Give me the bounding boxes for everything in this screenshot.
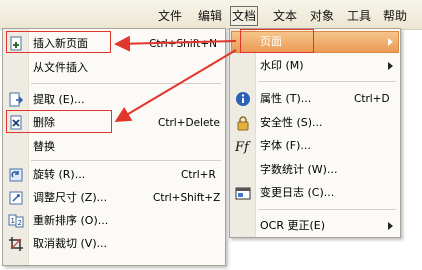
menu-item-ocr-correct[interactable]: OCR 更正(E) [230, 216, 400, 236]
svg-text:1: 1 [11, 217, 15, 225]
menu-item-shortcut: Ctrl+Shift+N [149, 38, 217, 50]
menu-item-label: 水印 (M) [260, 59, 304, 72]
menu-edit[interactable]: 编辑 [198, 8, 222, 24]
menu-item-security[interactable]: 安全性 (S)... [230, 113, 400, 133]
rotate-page-icon [8, 167, 24, 183]
info-icon [235, 91, 251, 107]
pages-submenu: 插入新页面 Ctrl+Shift+N 从文件插入 提取 (E)... 删除 Ct… [2, 28, 226, 266]
menu-tools[interactable]: 工具 [347, 8, 371, 24]
menu-item-uncrop[interactable]: 取消裁切 (V)... [3, 234, 225, 254]
separator [31, 83, 221, 84]
submenu-arrow-icon [388, 222, 393, 230]
menu-item-changelog[interactable]: 变更日志 (C)... [230, 183, 400, 203]
menu-item-label: 变更日志 (C)... [260, 186, 335, 199]
menu-item-label: 调整尺寸 (Z)... [33, 191, 108, 204]
separator [258, 81, 396, 82]
menu-item-label: 取消裁切 (V)... [33, 237, 108, 250]
highlight-insert-page [6, 31, 111, 53]
menu-item-label: 旋转 (R)... [33, 168, 86, 181]
menubar: 文件 编辑 文档 文本 对象 工具 帮助 [0, 0, 422, 30]
menu-document[interactable]: 文档 [230, 6, 259, 26]
menu-item-insert-from-file[interactable]: 从文件插入 [3, 58, 225, 78]
menu-file[interactable]: 文件 [158, 8, 182, 24]
changelog-icon [235, 185, 251, 201]
menu-item-reorder[interactable]: 12 重新排序 (O)... [3, 211, 225, 231]
menu-item-shortcut: Ctrl+D [354, 93, 390, 105]
menu-item-shortcut: Ctrl+Delete [158, 117, 220, 129]
submenu-arrow-icon [388, 62, 393, 70]
menu-item-word-count[interactable]: 字数统计 (W)... [230, 160, 400, 180]
extract-page-icon [8, 92, 24, 108]
menu-item-label: 替换 [33, 140, 55, 153]
submenu-arrow-icon [388, 38, 393, 46]
menu-item-label: 字数统计 (W)... [260, 163, 338, 176]
document-menu: 页面 水印 (M) 属性 (T)... Ctrl+D 安全性 (S)... Ff… [229, 28, 401, 238]
menu-item-label: 属性 (T)... [260, 92, 312, 105]
lock-icon [235, 115, 251, 131]
menu-item-replace[interactable]: 替换 [3, 137, 225, 157]
svg-text:2: 2 [18, 219, 22, 227]
menu-item-label: 重新排序 (O)... [33, 214, 109, 227]
menu-item-resize[interactable]: 调整尺寸 (Z)... Ctrl+Shift+Z [3, 188, 225, 208]
reorder-pages-icon: 12 [8, 213, 24, 229]
menu-item-label: 从文件插入 [33, 61, 88, 74]
menu-item-label: OCR 更正(E) [260, 219, 326, 232]
menu-item-shortcut: Ctrl+R [181, 169, 216, 181]
menu-help[interactable]: 帮助 [383, 8, 407, 24]
menu-item-watermark[interactable]: 水印 (M) [230, 56, 400, 76]
menu-item-label: 提取 (E)... [33, 93, 85, 106]
menu-item-fonts[interactable]: Ff 字体 (F)... [230, 136, 400, 156]
menu-item-label: 字体 (F)... [260, 139, 311, 152]
font-icon: Ff [234, 138, 251, 155]
menu-item-properties[interactable]: 属性 (T)... Ctrl+D [230, 89, 400, 109]
menu-item-shortcut: Ctrl+Shift+Z [153, 192, 221, 204]
menu-text[interactable]: 文本 [273, 8, 297, 24]
menu-item-rotate[interactable]: 旋转 (R)... Ctrl+R [3, 165, 225, 185]
resize-page-icon [8, 190, 24, 206]
separator [31, 160, 221, 161]
menu-item-label: 安全性 (S)... [260, 116, 323, 129]
separator [258, 209, 396, 210]
highlight-pages [240, 29, 314, 53]
svg-text:Ff: Ff [235, 140, 251, 154]
menu-object[interactable]: 对象 [310, 8, 334, 24]
uncrop-icon [8, 236, 24, 252]
menu-item-extract[interactable]: 提取 (E)... [3, 90, 225, 110]
highlight-delete [6, 110, 112, 133]
